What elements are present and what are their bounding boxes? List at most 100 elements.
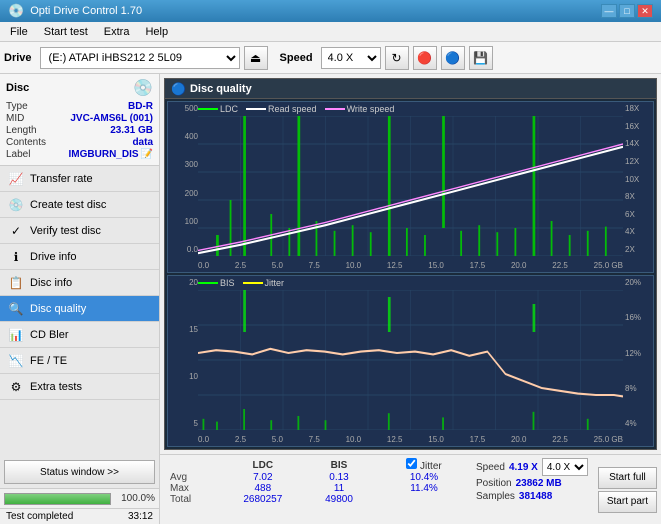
speed-section: Speed 4.19 X 4.0 X Position 23862 MB Sam… (470, 455, 594, 524)
bis-header: BIS (306, 458, 372, 472)
mid-label: MID (6, 113, 24, 124)
nav-items: 📈 Transfer rate 💿 Create test disc ✓ Ver… (0, 166, 159, 456)
nav-drive-info[interactable]: ℹ Drive info (0, 244, 159, 270)
disc-quality-icon: 🔍 (8, 302, 24, 316)
speed-select[interactable]: 4.0 X (321, 47, 381, 69)
icon2-button[interactable]: 🔵 (441, 46, 465, 70)
progress-bar-fill (5, 494, 110, 504)
content-area: 🔵 Disc quality LDC Read speed (160, 74, 661, 524)
menu-extra[interactable]: Extra (98, 24, 136, 40)
minimize-button[interactable]: — (601, 4, 617, 18)
write-speed-color (325, 108, 345, 110)
drive-select[interactable]: (E:) ATAPI iHBS212 2 5L09 (40, 47, 240, 69)
menu-start-test[interactable]: Start test (38, 24, 94, 40)
nav-fe-te[interactable]: 📉 FE / TE (0, 348, 159, 374)
ldc-x-axis: 0.0 2.5 5.0 7.5 10.0 12.5 15.0 17.5 20.0… (198, 261, 623, 270)
refresh-button[interactable]: ↻ (385, 46, 409, 70)
jitter-checkbox[interactable] (406, 458, 417, 469)
avg-jitter: 10.4% (384, 472, 464, 483)
menu-bar: File Start test Extra Help (0, 22, 661, 42)
main-layout: Disc 💿 Type BD-R MID JVC-AMS6L (001) Len… (0, 74, 661, 524)
type-label: Type (6, 101, 28, 112)
action-buttons: Start full Start part (594, 455, 661, 524)
start-part-button[interactable]: Start part (598, 491, 657, 513)
samples-key: Samples (476, 491, 515, 502)
nav-disc-info[interactable]: 📋 Disc info (0, 270, 159, 296)
nav-disc-quality[interactable]: 🔍 Disc quality (0, 296, 159, 322)
maximize-button[interactable]: □ (619, 4, 635, 18)
type-value: BD-R (128, 101, 153, 112)
time-text: 33:12 (128, 511, 153, 522)
read-speed-legend-item: Read speed (246, 104, 317, 114)
close-button[interactable]: ✕ (637, 4, 653, 18)
read-speed-color (246, 108, 266, 110)
bis-y-axis-left: 20 15 10 5 (168, 276, 198, 430)
progress-bar-background (4, 493, 111, 505)
nav-verify-test-disc[interactable]: ✓ Verify test disc (0, 218, 159, 244)
nav-transfer-rate[interactable]: 📈 Transfer rate (0, 166, 159, 192)
avg-bis: 0.13 (306, 472, 372, 483)
length-value: 23.31 GB (110, 125, 153, 136)
write-speed-legend-label: Write speed (347, 104, 395, 114)
mid-value: JVC-AMS6L (001) (70, 113, 153, 124)
total-bis: 49800 (306, 494, 372, 505)
quality-title: Disc quality (190, 83, 252, 95)
position-val: 23862 MB (516, 478, 562, 489)
bis-legend-label: BIS (220, 278, 235, 288)
speed-select-stats[interactable]: 4.0 X (542, 458, 588, 476)
charts-container: LDC Read speed Write speed 500 (165, 99, 656, 449)
total-ldc: 2680257 (220, 494, 306, 505)
menu-file[interactable]: File (4, 24, 34, 40)
label-value: IMGBURN_DIS (69, 149, 139, 160)
bis-chart: BIS Jitter 20 15 10 5 (167, 275, 654, 447)
bis-svg (198, 290, 623, 430)
bis-x-axis: 0.0 2.5 5.0 7.5 10.0 12.5 15.0 17.5 20.0… (198, 435, 623, 444)
stats-table: LDC BIS Jitter Avg 7.02 0.13 (166, 458, 464, 505)
eject-button[interactable]: ⏏ (244, 46, 268, 70)
bis-legend: BIS Jitter (198, 278, 284, 288)
ldc-y-axis-right: 18X 16X 14X 12X 10X 8X 6X 4X 2X (623, 102, 653, 256)
ldc-chart-area (198, 116, 623, 256)
verify-disc-icon: ✓ (8, 224, 24, 238)
write-speed-legend-item: Write speed (325, 104, 395, 114)
disc-label: Disc (6, 82, 29, 94)
stats-panel: LDC BIS Jitter Avg 7.02 0.13 (160, 454, 661, 524)
window-controls: — □ ✕ (601, 4, 653, 18)
jitter-check-cell[interactable]: Jitter (384, 458, 464, 472)
quality-panel: 🔵 Disc quality LDC Read speed (164, 78, 657, 450)
progress-bar-area: 100.0% (0, 488, 159, 508)
icon1-button[interactable]: 🔴 (413, 46, 437, 70)
ldc-y-axis-left: 500 400 300 200 100 0.0 (168, 102, 198, 256)
extra-tests-icon: ⚙ (8, 380, 24, 394)
label-edit-icon[interactable]: 📝 (141, 149, 153, 160)
app-title: Opti Drive Control 1.70 (30, 5, 142, 17)
nav-cd-bler[interactable]: 📊 CD Bler (0, 322, 159, 348)
total-label: Total (166, 494, 220, 505)
status-window-button[interactable]: Status window >> (4, 460, 155, 484)
sidebar: Disc 💿 Type BD-R MID JVC-AMS6L (001) Len… (0, 74, 160, 524)
avg-label: Avg (166, 472, 220, 483)
save-button[interactable]: 💾 (469, 46, 493, 70)
contents-label: Contents (6, 137, 46, 148)
progress-percent: 100.0% (115, 493, 155, 504)
transfer-rate-icon: 📈 (8, 172, 24, 186)
nav-create-test-disc[interactable]: 💿 Create test disc (0, 192, 159, 218)
ldc-chart: LDC Read speed Write speed 500 (167, 101, 654, 273)
jitter-legend-label: Jitter (265, 278, 285, 288)
start-full-button[interactable]: Start full (598, 467, 657, 489)
stats-table-area: LDC BIS Jitter Avg 7.02 0.13 (160, 455, 470, 524)
disc-panel: Disc 💿 Type BD-R MID JVC-AMS6L (001) Len… (0, 74, 159, 166)
disc-panel-icon: 💿 (133, 78, 153, 98)
create-disc-icon: 💿 (8, 198, 24, 212)
fe-te-icon: 📉 (8, 354, 24, 368)
nav-extra-tests[interactable]: ⚙ Extra tests (0, 374, 159, 400)
ldc-legend: LDC Read speed Write speed (198, 104, 394, 114)
avg-ldc: 7.02 (220, 472, 306, 483)
cd-bler-icon: 📊 (8, 328, 24, 342)
jitter-color (243, 282, 263, 284)
menu-help[interactable]: Help (139, 24, 174, 40)
ldc-header: LDC (220, 458, 306, 472)
bis-y-axis-right: 20% 16% 12% 8% 4% (623, 276, 653, 430)
max-bis: 11 (306, 483, 372, 494)
speed-key: Speed (476, 462, 505, 473)
